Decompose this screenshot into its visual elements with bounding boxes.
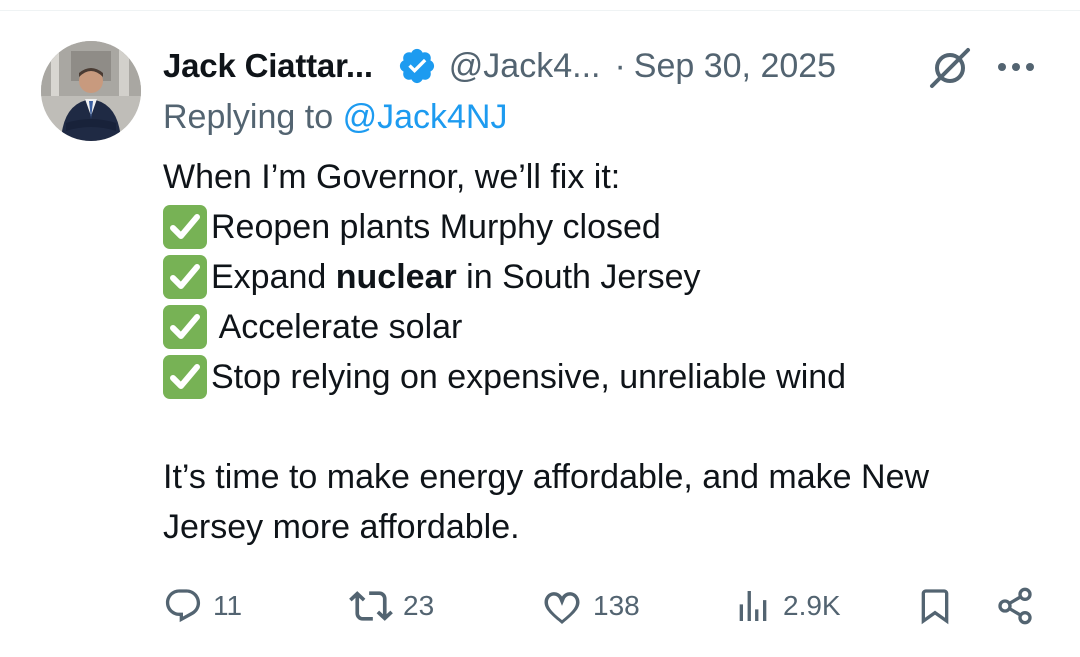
heart-icon [544,592,580,624]
reply-count: 11 [213,590,243,621]
repost-icon [349,591,393,621]
bookmark-icon [921,589,949,625]
list-item-text: Reopen plants Murphy closed [211,208,661,246]
action-bar: 11 23 138 2.9K [163,578,1043,634]
like-button[interactable]: 138 [541,578,640,634]
reply-button[interactable]: 11 [163,578,242,634]
top-divider [0,10,1080,11]
replying-to-label: Replying to [163,98,334,136]
tweet-header: Jack Ciattar... @Jack4... · Sep 30, 2025 [163,40,836,92]
list-item-bold-text: nuclear [335,258,457,296]
list-item: Accelerate solar [163,302,1043,352]
repost-button[interactable]: 23 [349,578,434,634]
like-count: 138 [593,590,640,621]
tweet-date[interactable]: Sep 30, 2025 [634,47,836,86]
white-check-mark-icon [163,255,207,299]
list-item: Expand nuclear in South Jersey [163,252,1043,302]
list-item: Stop relying on expensive, unreliable wi… [163,352,1043,402]
list-item-text: in South Jersey [456,258,701,296]
white-check-mark-icon [163,355,207,399]
verified-badge-icon [397,46,437,86]
list-item: Reopen plants Murphy closed [163,202,1043,252]
replying-to: Replying to @Jack4NJ [163,98,507,137]
tweet-intro: When I’m Governor, we’ll fix it: [163,158,621,196]
reply-mention-link[interactable]: @Jack4NJ [343,98,508,136]
tweet-closing-line: It’s time to make energy affordable, and… [163,458,930,496]
white-check-mark-icon [163,205,207,249]
share-button[interactable] [995,578,1035,634]
view-count: 2.9K [783,590,841,621]
author-name[interactable]: Jack Ciattar... [163,47,373,85]
more-options-icon[interactable] [996,52,1036,82]
separator-dot: · [614,46,626,85]
list-item-text: Stop relying on expensive, unreliable wi… [211,358,847,396]
profile-photo [41,41,141,141]
grok-icon[interactable] [928,46,972,90]
author-handle[interactable]: @Jack4... [449,47,601,86]
reply-icon [165,589,201,623]
avatar[interactable] [41,41,141,141]
tweet-text: When I’m Governor, we’ll fix it: Reopen … [163,152,1043,552]
views-button[interactable]: 2.9K [733,578,841,634]
tweet-closing-line: Jersey more affordable. [163,508,520,546]
repost-count: 23 [403,590,435,621]
white-check-mark-icon [163,305,207,349]
analytics-icon [739,591,767,621]
list-item-text: Accelerate solar [211,308,463,346]
list-item-text: Expand [211,258,336,296]
share-icon [998,587,1032,625]
bookmark-button[interactable] [915,578,955,634]
